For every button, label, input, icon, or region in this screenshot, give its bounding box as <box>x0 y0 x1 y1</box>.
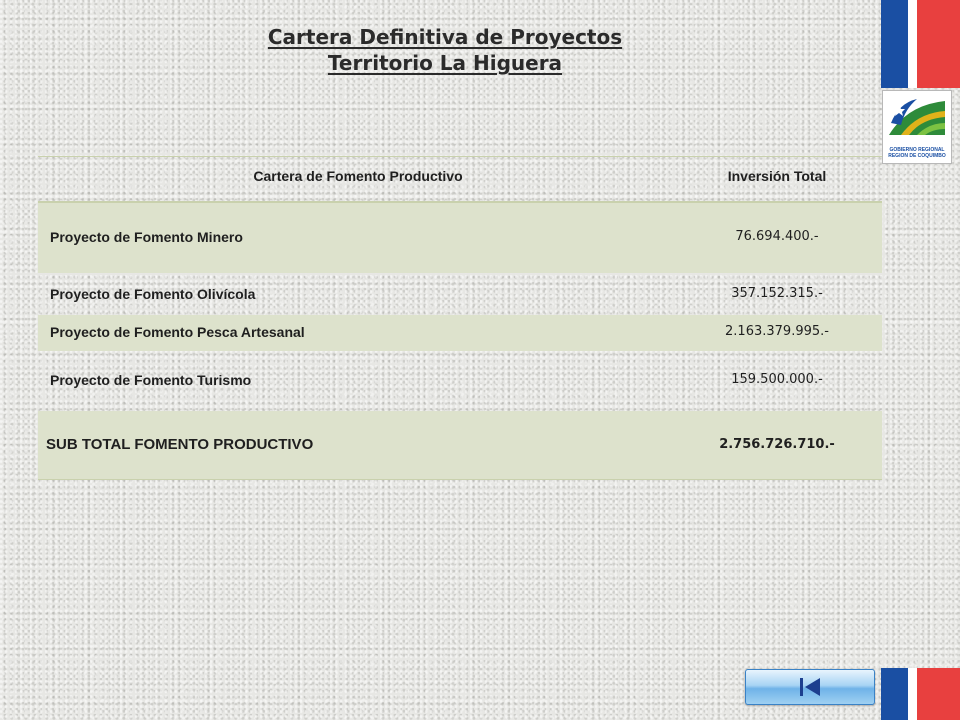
table-row: Proyecto de Fomento Olivícola 357.152.31… <box>38 273 882 315</box>
chile-flag-top <box>881 0 960 88</box>
subtotal-row: SUB TOTAL FOMENTO PRODUCTIVO 2.756.726.7… <box>38 411 882 480</box>
project-amount: 357.152.315.- <box>731 286 823 301</box>
header-total-investment: Inversión Total <box>727 168 827 184</box>
first-slide-button[interactable] <box>745 669 875 705</box>
project-name: Proyecto de Fomento Turismo <box>50 372 252 388</box>
table-row: Proyecto de Fomento Turismo 159.500.000.… <box>38 351 882 411</box>
subtotal-label: SUB TOTAL FOMENTO PRODUCTIVO <box>46 436 314 453</box>
project-name: Proyecto de Fomento Minero <box>50 229 243 245</box>
skip-to-first-icon <box>800 678 820 696</box>
project-amount: 76.694.400.- <box>735 229 819 244</box>
subtotal-amount: 2.756.726.710.- <box>719 437 835 452</box>
project-amount: 2.163.379.995.- <box>725 324 829 339</box>
project-amount: 159.500.000.- <box>731 372 823 387</box>
logo-emblem-icon <box>889 99 945 135</box>
gobierno-regional-logo: GOBIERNO REGIONAL REGION DE COQUIMBO <box>882 90 952 164</box>
title-line-1: Cartera Definitiva de Proyectos <box>267 25 623 49</box>
project-name: Proyecto de Fomento Olivícola <box>50 286 256 302</box>
project-name: Proyecto de Fomento Pesca Artesanal <box>50 324 305 340</box>
page-title: Cartera Definitiva de Proyectos Territor… <box>200 24 690 76</box>
title-line-2: Territorio La Higuera <box>327 51 563 75</box>
header-portfolio: Cartera de Fomento Productivo <box>253 168 463 184</box>
logo-text-line-2: REGION DE COQUIMBO <box>888 153 946 159</box>
table-row: Proyecto de Fomento Pesca Artesanal 2.16… <box>38 315 882 351</box>
table-header-row: Cartera de Fomento Productivo Inversión … <box>38 156 882 203</box>
table-row: Proyecto de Fomento Minero 76.694.400.- <box>38 203 882 273</box>
chile-flag-bottom <box>881 668 960 720</box>
